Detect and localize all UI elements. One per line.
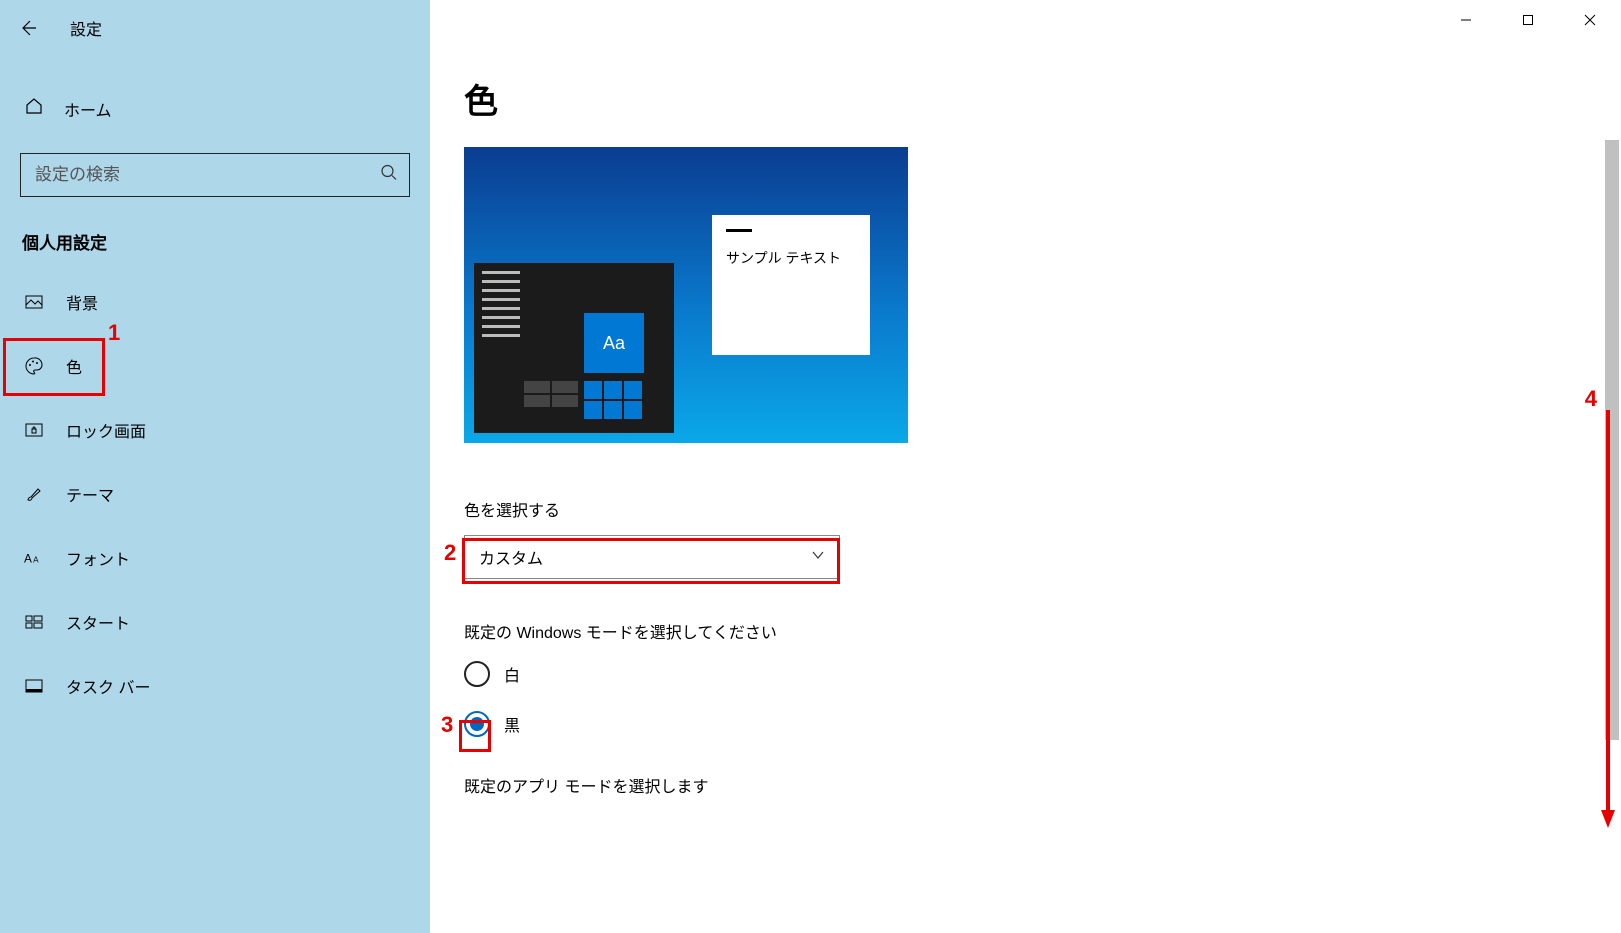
choose-color-label: 色を選択する <box>464 497 1621 521</box>
radio-icon-checked <box>464 711 490 737</box>
sidebar-item-themes[interactable]: テーマ <box>0 462 430 526</box>
sidebar-item-fonts[interactable]: AA フォント <box>0 526 430 590</box>
sidebar-item-start[interactable]: スタート <box>0 590 430 654</box>
svg-text:A: A <box>24 552 32 566</box>
back-button[interactable] <box>14 14 42 42</box>
radio-dark[interactable]: 黒 <box>464 711 1621 737</box>
svg-text:A: A <box>33 556 39 565</box>
lockscreen-icon <box>24 420 44 440</box>
radio-label: 白 <box>504 662 520 686</box>
radio-icon <box>464 661 490 687</box>
sidebar-item-label: スタート <box>66 610 130 634</box>
color-preview: Aa サンプル テキスト <box>464 147 908 443</box>
search-wrap <box>20 153 410 197</box>
sidebar-item-label: タスク バー <box>66 674 150 698</box>
start-icon <box>24 612 44 632</box>
palette-icon <box>24 356 44 376</box>
sidebar-item-colors[interactable]: 色 <box>0 334 430 398</box>
choose-color-dropdown[interactable]: カスタム <box>464 535 840 579</box>
close-button[interactable] <box>1559 0 1621 40</box>
main-content: 色 Aa サンプル テキスト 色を選択する カスタム 既定の Windows モ… <box>430 0 1621 933</box>
radio-label: 黒 <box>504 712 520 736</box>
section-label: 個人用設定 <box>22 229 430 254</box>
maximize-button[interactable] <box>1497 0 1559 40</box>
window-controls <box>1435 0 1621 40</box>
font-icon: AA <box>24 548 44 568</box>
windows-mode-label: 既定の Windows モードを選択してください <box>464 619 1621 643</box>
preview-tile-aa: Aa <box>584 313 644 373</box>
home-icon <box>24 96 44 121</box>
brush-icon <box>24 484 44 504</box>
page-title: 色 <box>464 74 1621 123</box>
home-label: ホーム <box>64 97 112 121</box>
app-mode-label: 既定のアプリ モードを選択します <box>464 773 1621 797</box>
preview-sample-card: サンプル テキスト <box>712 215 870 355</box>
close-icon <box>1584 14 1596 26</box>
arrow-left-icon <box>18 18 38 38</box>
sidebar-item-label: テーマ <box>66 482 114 506</box>
sidebar-item-label: 背景 <box>66 290 98 314</box>
minimize-icon <box>1460 14 1472 26</box>
sidebar-item-label: ロック画面 <box>66 418 146 442</box>
taskbar-icon <box>24 676 44 696</box>
window-title: 設定 <box>70 16 102 40</box>
sidebar-item-background[interactable]: 背景 <box>0 270 430 334</box>
titlebar-left: 設定 <box>0 8 430 48</box>
chevron-down-icon <box>811 548 825 567</box>
minimize-button[interactable] <box>1435 0 1497 40</box>
search-icon <box>380 164 398 187</box>
home-nav[interactable]: ホーム <box>0 84 430 133</box>
sidebar-item-taskbar[interactable]: タスク バー <box>0 654 430 718</box>
preview-start-mock: Aa <box>474 263 674 433</box>
preview-sample-text: サンプル テキスト <box>726 248 856 268</box>
picture-icon <box>24 292 44 312</box>
search-input[interactable] <box>20 153 410 197</box>
sidebar-item-lockscreen[interactable]: ロック画面 <box>0 398 430 462</box>
dropdown-value: カスタム <box>479 545 543 569</box>
radio-light[interactable]: 白 <box>464 661 1621 687</box>
scrollbar-thumb[interactable] <box>1605 140 1619 740</box>
sidebar-item-label: フォント <box>66 546 130 570</box>
maximize-icon <box>1522 14 1534 26</box>
sidebar: 設定 ホーム 個人用設定 背景 色 <box>0 0 430 933</box>
sidebar-item-label: 色 <box>66 354 82 378</box>
